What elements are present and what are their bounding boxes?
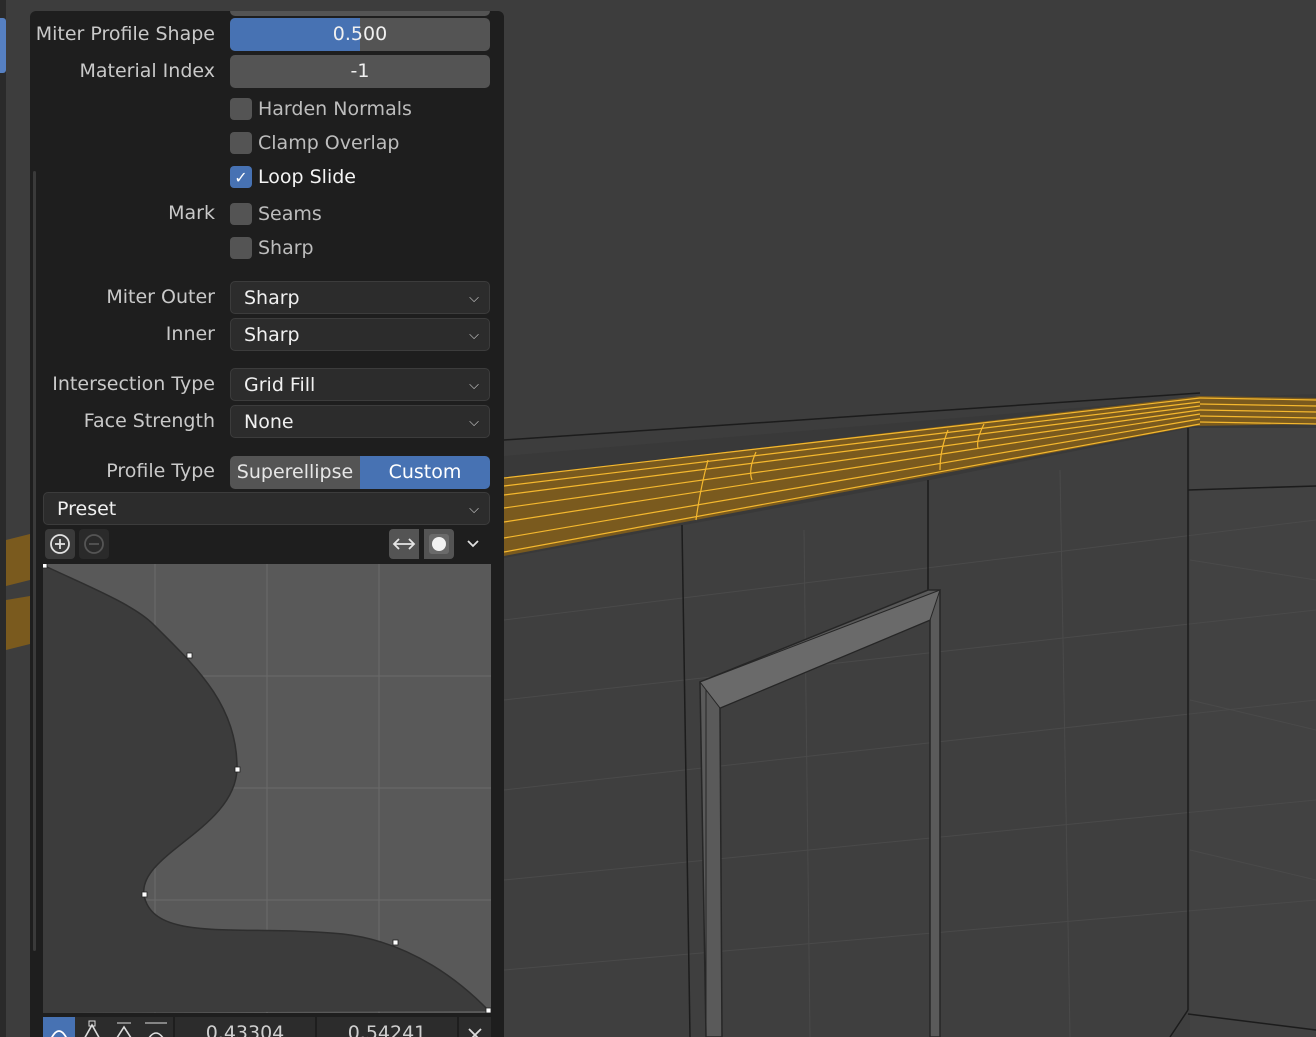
intersection-type-label: Intersection Type: [52, 373, 215, 395]
previous-field-edge: [230, 11, 490, 16]
left-toolbar-strip: [0, 0, 6, 1037]
zoom-in-icon[interactable]: [45, 529, 75, 559]
material-index-value: -1: [350, 60, 370, 82]
profile-type-label: Profile Type: [106, 460, 215, 482]
curve-point[interactable]: [141, 891, 148, 898]
flip-icon[interactable]: [389, 529, 419, 559]
chevron-down-icon: ⌵: [469, 415, 479, 430]
curve-point-bar: 0.43304 0.54241: [43, 1017, 491, 1037]
miter-profile-shape-label: Miter Profile Shape: [35, 23, 215, 45]
miter-outer-dropdown[interactable]: Sharp ⌵: [230, 281, 490, 314]
auto-handle-icon[interactable]: [43, 1017, 75, 1037]
face-strength-label: Face Strength: [83, 410, 215, 432]
profile-type-custom[interactable]: Custom: [360, 456, 490, 489]
dot-icon[interactable]: [424, 529, 454, 559]
checkbox-box[interactable]: [230, 98, 252, 120]
mark-label: Mark: [168, 202, 215, 224]
miter-inner-label: Inner: [165, 323, 215, 345]
chevron-down-icon: ⌵: [469, 502, 479, 517]
checkmark-icon[interactable]: ✓: [230, 166, 252, 188]
chevron-down-icon: ⌵: [469, 328, 479, 343]
material-index-label: Material Index: [79, 60, 215, 82]
miter-profile-shape-value: 0.500: [332, 23, 388, 45]
chevron-down-icon: ⌵: [469, 378, 479, 393]
seams-checkbox[interactable]: Seams: [230, 201, 322, 227]
delete-point-icon[interactable]: [459, 1017, 491, 1037]
miter-inner-value: Sharp: [244, 324, 300, 346]
curve-point[interactable]: [392, 939, 399, 946]
curve-point[interactable]: [43, 564, 48, 569]
face-strength-dropdown[interactable]: None ⌵: [230, 405, 490, 438]
sharp-label: Sharp: [258, 237, 314, 259]
checkbox-box[interactable]: [230, 132, 252, 154]
chevron-down-icon[interactable]: [458, 529, 488, 559]
auto-clamped-handle-icon[interactable]: [109, 1017, 139, 1037]
zoom-out-icon[interactable]: [79, 529, 109, 559]
point-y-field[interactable]: 0.54241: [317, 1017, 457, 1037]
seams-label: Seams: [258, 203, 322, 225]
sharp-checkbox[interactable]: Sharp: [230, 235, 314, 261]
intersection-type-value: Grid Fill: [244, 374, 316, 396]
miter-outer-label: Miter Outer: [106, 286, 215, 308]
checkbox-box[interactable]: [230, 203, 252, 225]
bevel-operator-panel: Miter Profile Shape 0.500 Material Index…: [30, 11, 504, 1037]
harden-normals-checkbox[interactable]: Harden Normals: [230, 96, 412, 122]
loop-slide-label: Loop Slide: [258, 166, 356, 188]
loop-slide-checkbox[interactable]: ✓ Loop Slide: [230, 164, 356, 190]
harden-normals-label: Harden Normals: [258, 98, 412, 120]
chevron-down-icon: ⌵: [469, 291, 479, 306]
clamp-overlap-checkbox[interactable]: Clamp Overlap: [230, 130, 399, 156]
curve-point[interactable]: [485, 1007, 491, 1013]
miter-inner-dropdown[interactable]: Sharp ⌵: [230, 318, 490, 351]
face-strength-value: None: [244, 411, 294, 433]
active-tab-indicator[interactable]: [0, 18, 6, 73]
clamp-overlap-label: Clamp Overlap: [258, 132, 400, 154]
point-x-field[interactable]: 0.43304: [175, 1017, 315, 1037]
intersection-type-dropdown[interactable]: Grid Fill ⌵: [230, 368, 490, 401]
profile-type-toggle: Superellipse Custom: [230, 456, 490, 489]
miter-outer-value: Sharp: [244, 287, 300, 309]
vector-handle-icon[interactable]: [75, 1017, 109, 1037]
curve-point[interactable]: [186, 652, 193, 659]
curve-point[interactable]: [234, 766, 241, 773]
preset-label: Preset: [57, 498, 117, 520]
panel-scrollbar[interactable]: [33, 171, 36, 951]
free-handle-icon[interactable]: [139, 1017, 173, 1037]
preset-dropdown[interactable]: Preset ⌵: [43, 492, 490, 525]
material-index-field[interactable]: -1: [230, 55, 490, 88]
profile-type-superellipse[interactable]: Superellipse: [230, 456, 360, 489]
checkbox-box[interactable]: [230, 237, 252, 259]
miter-profile-shape-slider[interactable]: 0.500: [230, 18, 490, 51]
profile-curve-editor[interactable]: [43, 564, 491, 1013]
